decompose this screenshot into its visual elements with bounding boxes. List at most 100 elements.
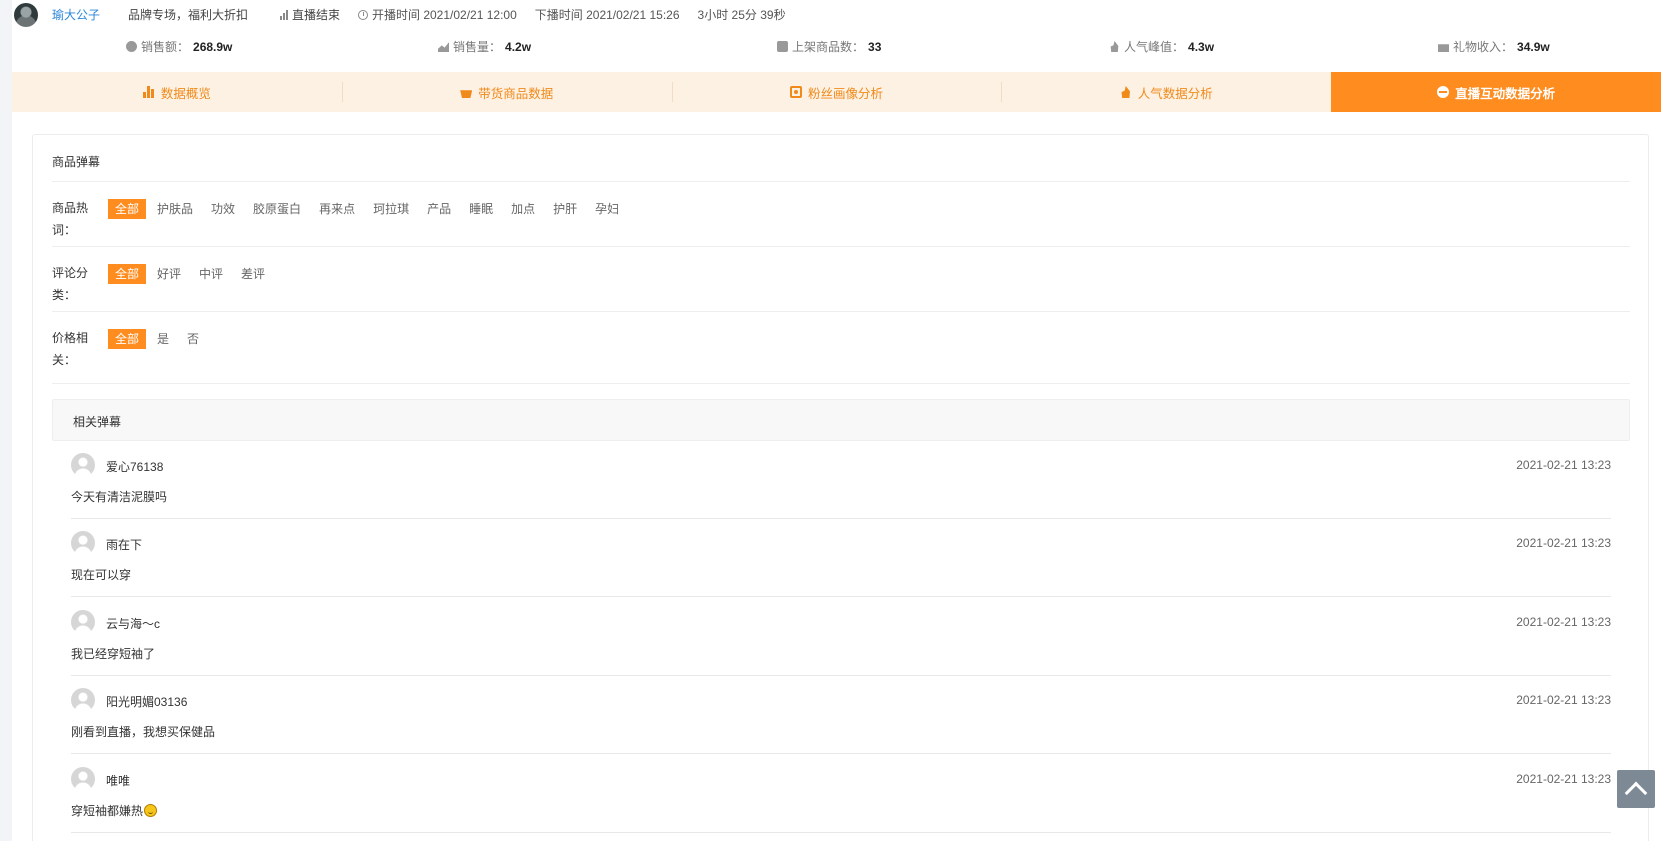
tab-data-overview[interactable]: 数据概览 — [12, 72, 342, 112]
comment-text: 现在可以穿 — [71, 566, 131, 583]
filter-option[interactable]: 珂拉琪 — [366, 199, 416, 219]
comment-time: 2021-02-21 13:23 — [1516, 772, 1611, 786]
tab-label: 粉丝画像分析 — [807, 86, 883, 101]
user-avatar — [71, 610, 95, 634]
panel-title: 商品弹幕 — [52, 155, 101, 169]
stat-value: 4.3w — [1188, 39, 1215, 54]
filter-option-all[interactable]: 全部 — [108, 264, 147, 284]
filter-option-all[interactable]: 全部 — [108, 199, 147, 219]
filter-option[interactable]: 差评 — [234, 264, 272, 284]
filter-option[interactable]: 护肤品 — [150, 199, 200, 219]
filter-options: 全部 护肤品 功效 胶原蛋白 再来点 珂拉琪 产品 睡眠 加点 护肝 孕妇 — [108, 199, 630, 219]
stat-products-listed: 上架商品数： 33 — [777, 38, 881, 55]
tab-interaction-analysis[interactable]: 直播互动数据分析 — [1331, 72, 1661, 112]
filter-option[interactable]: 再来点 — [312, 199, 362, 219]
chevron-up-icon — [1624, 781, 1648, 805]
section-title: 相关弹幕 — [73, 415, 122, 429]
filter-option-all[interactable]: 全部 — [108, 329, 147, 349]
filter-option[interactable]: 功效 — [204, 199, 242, 219]
filter-option[interactable]: 睡眠 — [462, 199, 500, 219]
stat-label: 上架商品数： — [792, 40, 865, 54]
comment-text-body: 我已经穿短袖了 — [71, 647, 156, 661]
filter-label-line: 价格相 — [52, 331, 89, 345]
filter-label-line: 评论分 — [52, 266, 89, 280]
tab-fan-portrait[interactable]: 粉丝画像分析 — [671, 72, 1002, 112]
divider — [52, 383, 1630, 384]
related-danmaku-header: 相关弹幕 — [52, 399, 1630, 441]
comment-item: 雨在下 2021-02-21 13:23 现在可以穿 — [71, 519, 1611, 597]
comment-item: 阳光明媚03136 2021-02-21 13:23 刚看到直播，我想买保健品 — [71, 676, 1611, 754]
comment-text: 今天有清洁泥膜吗 — [71, 488, 167, 505]
filter-label: 商品热 词： — [52, 197, 92, 241]
divider — [52, 311, 1630, 312]
filter-options: 全部 好评 中评 差评 — [108, 264, 276, 284]
stat-label: 销售量： — [453, 40, 502, 54]
stats-bar: 销售额： 268.9w 销售量： 4.2w 上架商品数： 33 人气峰值： 4.… — [12, 38, 1661, 60]
chart-icon — [438, 42, 449, 52]
tab-label: 直播互动数据分析 — [1455, 86, 1556, 101]
page: 瑜大公子 品牌专场，福利大折扣 直播结束 开播时间 2021/02/21 12:… — [12, 0, 1661, 841]
tab-popularity[interactable]: 人气数据分析 — [1001, 72, 1331, 112]
filter-option[interactable]: 加点 — [504, 199, 542, 219]
clock-icon — [358, 9, 368, 20]
end-time: 下播时间 2021/02/21 15:26 — [534, 8, 680, 22]
stream-status-text: 直播结束 — [292, 8, 341, 22]
basket-icon — [460, 90, 473, 98]
analysis-tabs: 数据概览 带货商品数据 粉丝画像分析 人气数据分析 直播互动数据分析 — [12, 72, 1661, 112]
back-to-top-button[interactable] — [1617, 770, 1655, 808]
grin-sweat-emoji-icon — [144, 804, 158, 817]
filter-option[interactable]: 产品 — [420, 199, 458, 219]
stream-times: 开播时间 2021/02/21 12:00 下播时间 2021/02/21 15… — [358, 6, 786, 23]
tab-label: 人气数据分析 — [1137, 86, 1213, 101]
filter-label-line: 类： — [52, 288, 77, 302]
filter-options: 全部 是 否 — [108, 329, 210, 349]
filter-label-line: 关： — [52, 353, 77, 367]
streamer-name-link[interactable]: 瑜大公子 — [52, 6, 100, 23]
filter-label-line: 商品热 — [52, 201, 89, 215]
divider — [52, 181, 1630, 182]
bar-chart-icon — [142, 86, 155, 98]
comment-text-body: 现在可以穿 — [71, 568, 132, 582]
gift-icon — [1438, 44, 1449, 52]
filter-option[interactable]: 否 — [180, 329, 206, 349]
live-header: 瑜大公子 品牌专场，福利大折扣 直播结束 开播时间 2021/02/21 12:… — [12, 0, 1661, 72]
tab-product-data[interactable]: 带货商品数据 — [341, 72, 672, 112]
scan-face-icon — [789, 86, 802, 98]
stat-value: 268.9w — [193, 39, 233, 54]
signal-icon — [280, 9, 288, 20]
stat-sales-amount: 销售额： 268.9w — [126, 38, 232, 55]
comment-text: 我已经穿短袖了 — [71, 645, 155, 662]
user-avatar — [71, 531, 95, 555]
bag-icon — [777, 41, 788, 52]
comment-item: 唯唯 2021-02-21 13:23 穿短袖都嫌热 — [71, 755, 1611, 833]
filter-option[interactable]: 好评 — [150, 264, 188, 284]
danmaku-panel: 商品弹幕 商品热 词： 全部 护肤品 功效 胶原蛋白 再来点 珂拉琪 产品 睡眠… — [32, 134, 1649, 841]
filter-label: 价格相 关： — [52, 327, 92, 371]
tab-label: 带货商品数据 — [478, 86, 554, 101]
filter-option[interactable]: 孕妇 — [588, 199, 626, 219]
streamer-avatar[interactable] — [14, 3, 38, 27]
stat-sales-volume: 销售量： 4.2w — [438, 38, 531, 55]
comment-time: 2021-02-21 13:23 — [1516, 693, 1611, 707]
filter-option[interactable]: 胶原蛋白 — [246, 199, 308, 219]
flame-icon — [1110, 41, 1119, 52]
coin-icon — [126, 41, 137, 52]
start-time: 开播时间 2021/02/21 12:00 — [372, 8, 517, 22]
filter-option[interactable]: 护肝 — [546, 199, 584, 219]
stat-value: 4.2w — [505, 39, 532, 54]
filter-option[interactable]: 中评 — [192, 264, 230, 284]
comment-time: 2021-02-21 13:23 — [1516, 458, 1611, 472]
stream-status: 直播结束 — [280, 6, 340, 23]
stat-value: 33 — [868, 39, 882, 54]
comment-time: 2021-02-21 13:23 — [1516, 615, 1611, 629]
comment-user: 雨在下 — [106, 538, 143, 552]
comment-text-body: 穿短袖都嫌热 — [71, 804, 144, 818]
filter-option[interactable]: 是 — [150, 329, 176, 349]
stat-gift-income: 礼物收入： 34.9w — [1438, 38, 1550, 55]
comment-text-body: 今天有清洁泥膜吗 — [71, 490, 168, 504]
stat-label: 礼物收入： — [1453, 40, 1514, 54]
comment-text-body: 刚看到直播，我想买保健品 — [71, 725, 216, 739]
user-avatar — [71, 453, 95, 477]
divider — [71, 832, 1611, 833]
comment-item: 云与海～c 2021-02-21 13:23 我已经穿短袖了 — [71, 598, 1611, 676]
